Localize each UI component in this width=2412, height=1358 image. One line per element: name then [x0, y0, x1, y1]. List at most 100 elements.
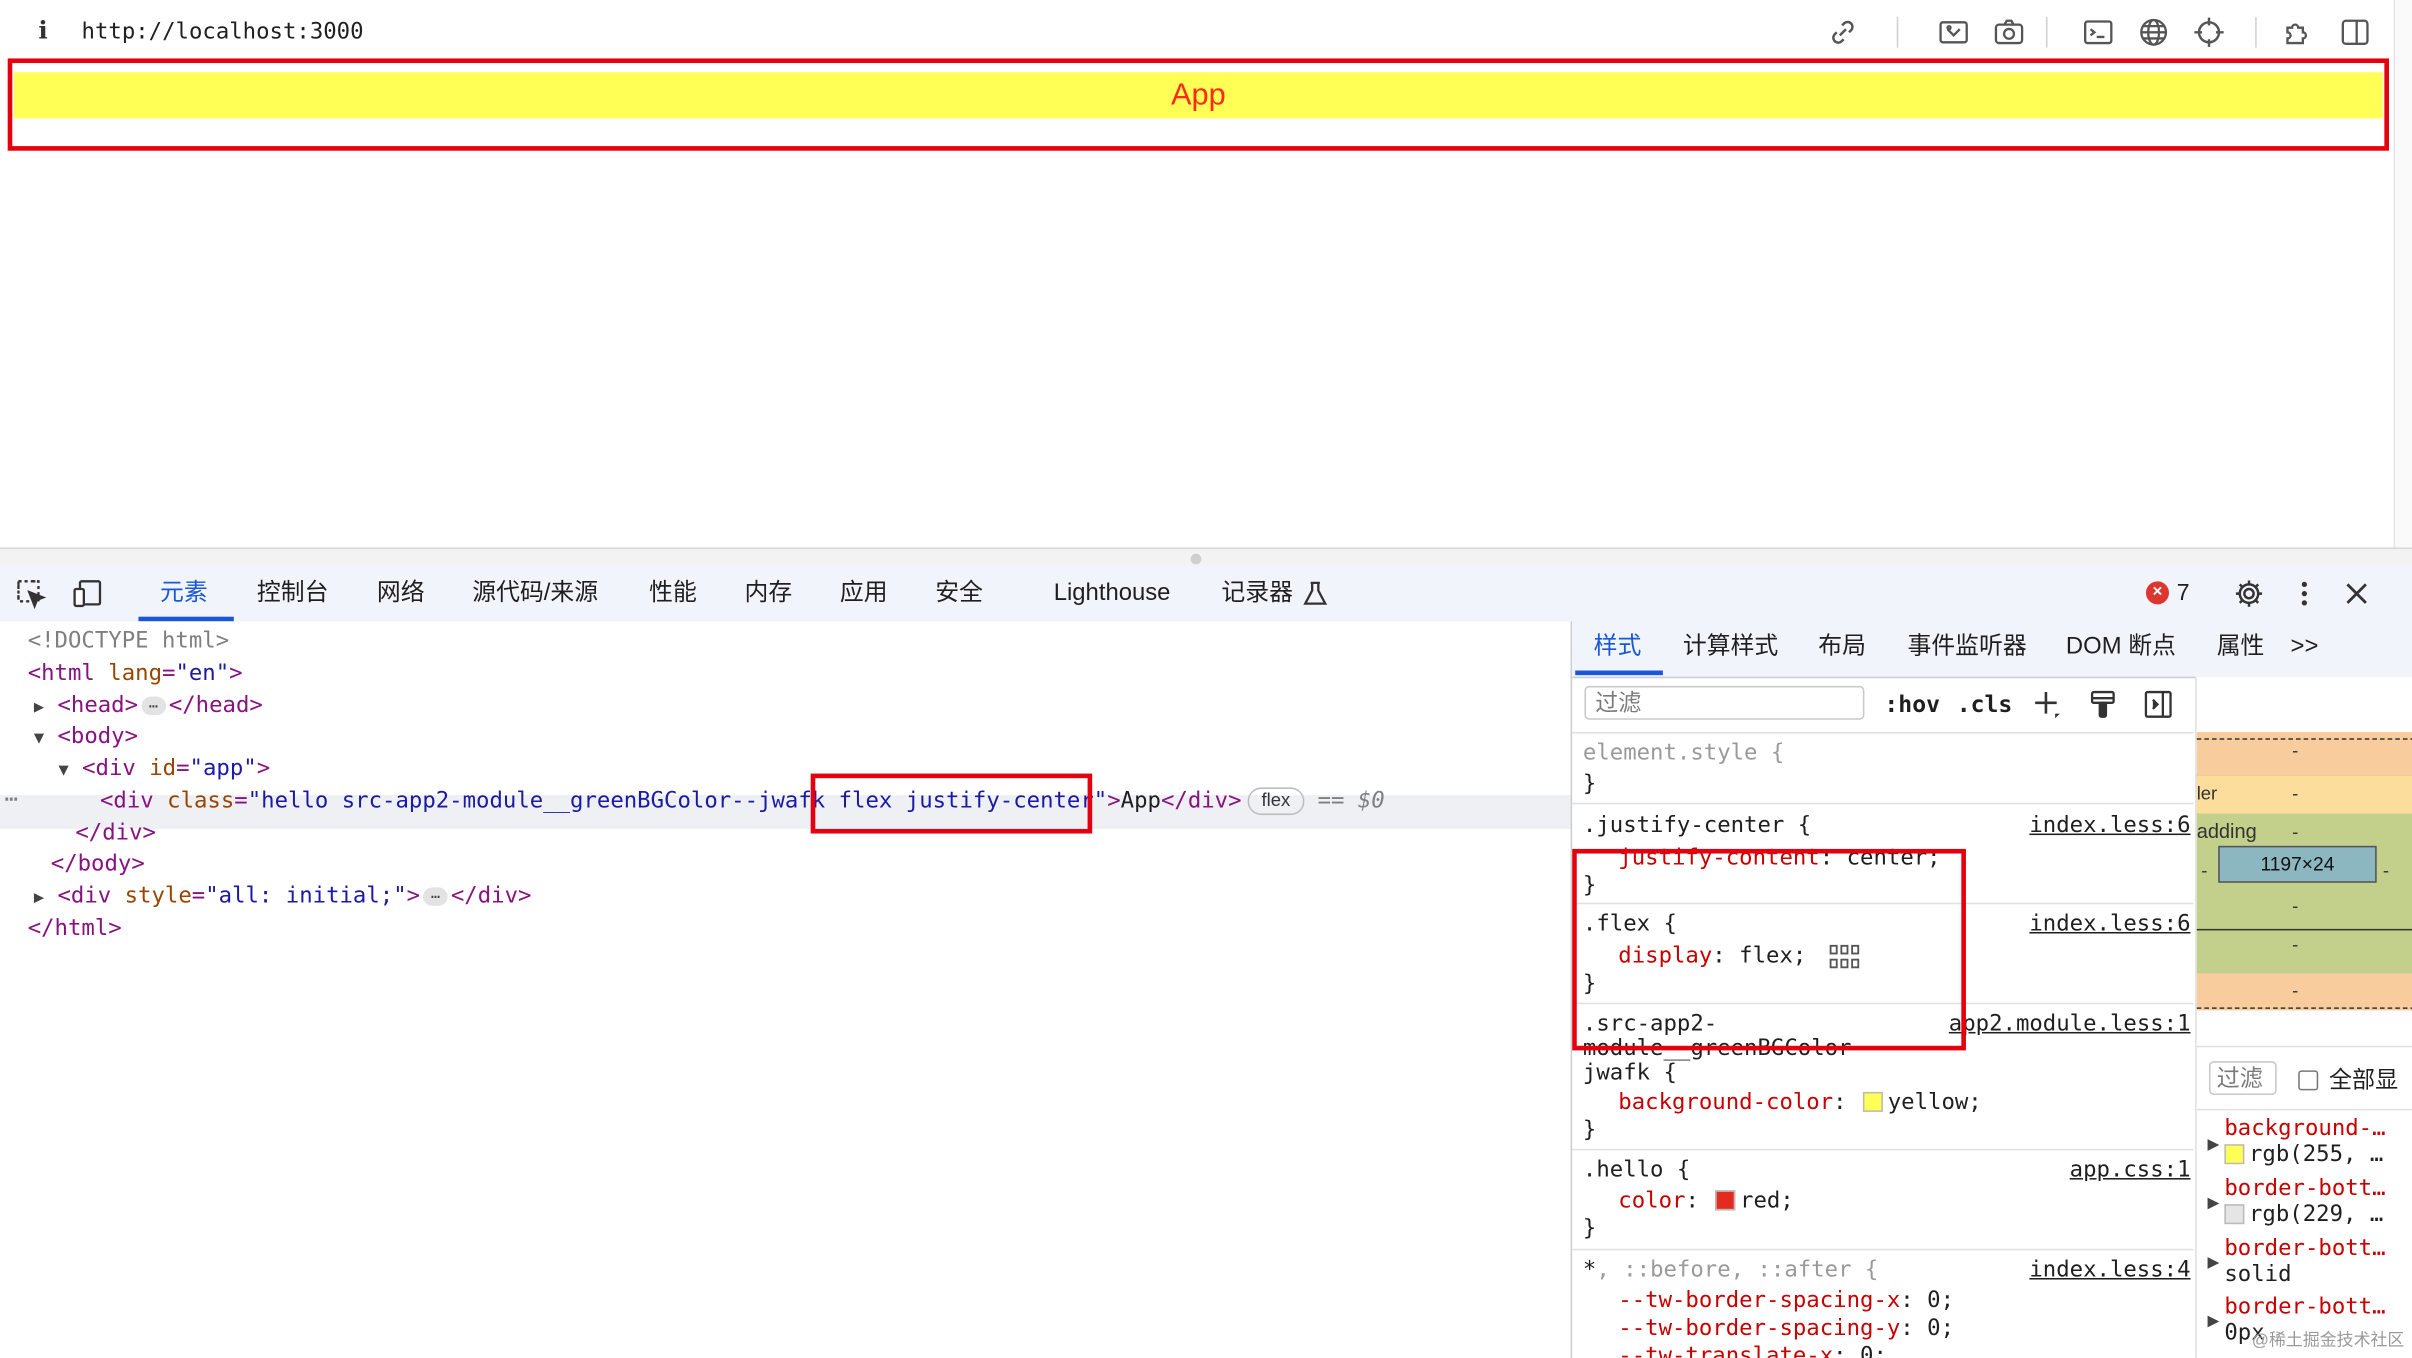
- expand-arrow-icon[interactable]: ▶: [2207, 1313, 2219, 1330]
- styles-pane: 过滤 :hov .cls element.style {} .justify-…: [1572, 677, 2194, 1358]
- styles-filter-input[interactable]: 过滤: [1584, 685, 1865, 720]
- styles-sidebar: 样式 计算样式 布局 事件监听器 DOM 断点 属性 >> 过滤 :hov .c…: [1570, 621, 2412, 1358]
- dom-tree: <!DOCTYPE html> <html lang="en"> ▶ <head…: [0, 621, 1571, 1358]
- paint-brush-icon[interactable]: [2086, 687, 2120, 721]
- devtools-resize-handle[interactable]: [0, 547, 2412, 568]
- device-toolbar-icon[interactable]: [71, 577, 105, 611]
- settings-gear-icon[interactable]: [2232, 577, 2266, 611]
- highlight-box-rules: [1572, 848, 1966, 1051]
- extension-icon[interactable]: [2281, 15, 2315, 49]
- styles-tab-indicator: [1575, 670, 1663, 676]
- box-model-padding[interactable]: adding - - - - -: [2196, 813, 2412, 974]
- dom-body-open[interactable]: ▼ <body>: [34, 721, 138, 752]
- computed-filter-input[interactable]: 过滤: [2208, 1061, 2277, 1095]
- more-tabs-chevron-icon[interactable]: >>: [2291, 621, 2319, 676]
- error-icon[interactable]: ×: [2145, 581, 2170, 605]
- expand-ellipsis-icon[interactable]: …: [141, 696, 166, 716]
- dom-div-app[interactable]: ▼ <div id="app">: [58, 754, 270, 785]
- tab-application[interactable]: 应用: [840, 566, 888, 621]
- flex-badge[interactable]: flex: [1247, 787, 1305, 816]
- camera-icon[interactable]: [1992, 15, 2026, 49]
- flask-icon: [1298, 577, 1332, 611]
- tab-event-listeners[interactable]: 事件监听器: [1907, 621, 2026, 676]
- tab-layout[interactable]: 布局: [1818, 621, 1866, 676]
- tab-properties[interactable]: 属性: [2217, 621, 2265, 676]
- inspect-element-icon[interactable]: [14, 577, 48, 611]
- box-model-margin-bottom[interactable]: -: [2196, 973, 2412, 1011]
- tab-lighthouse[interactable]: Lighthouse: [1054, 566, 1171, 621]
- devtools-tab-bar: 元素 控制台 网络 源代码/来源 性能 内存 应用 安全 Lighthouse …: [0, 565, 2412, 623]
- cls-toggle[interactable]: .cls: [1957, 689, 2013, 720]
- computed-prop[interactable]: border-bott…: [2224, 1175, 2385, 1203]
- row-ellipsis-icon[interactable]: ⋯: [5, 784, 18, 815]
- toggle-sidebar-icon[interactable]: [2141, 687, 2175, 721]
- close-icon[interactable]: [2340, 577, 2374, 611]
- error-count[interactable]: 7: [2177, 566, 2190, 621]
- globe-icon[interactable]: [2137, 15, 2171, 49]
- address-bar: i http://localhost:3000: [0, 0, 2412, 62]
- expand-arrow-icon[interactable]: ▶: [2207, 1255, 2219, 1272]
- box-model-pane: - ler - adding - - - - - - 1197×24 过滤 全部…: [2195, 676, 2412, 1358]
- dom-div-app-close[interactable]: </div>: [75, 818, 156, 849]
- computed-value: rgb(255, …: [2224, 1141, 2383, 1169]
- dom-html-open[interactable]: <html lang="en">: [28, 658, 243, 689]
- tab-console[interactable]: 控制台: [257, 566, 329, 621]
- computed-prop[interactable]: border-bott…: [2224, 1293, 2385, 1321]
- box-model-border[interactable]: ler -: [2196, 775, 2412, 814]
- tab-security[interactable]: 安全: [935, 566, 983, 621]
- computed-prop[interactable]: border-bott…: [2224, 1235, 2385, 1263]
- box-model-content[interactable]: 1197×24: [2218, 845, 2377, 883]
- crosshair-icon[interactable]: [2192, 15, 2226, 49]
- tab-recorder[interactable]: 记录器: [1221, 566, 1293, 621]
- dom-div-selected[interactable]: <div class="hello src-app2-module__green…: [100, 786, 1385, 817]
- dom-div-style[interactable]: ▶ <div style="all: initial;">… </div>: [34, 881, 532, 912]
- tab-styles[interactable]: 样式: [1594, 621, 1642, 676]
- expand-ellipsis-icon-2[interactable]: …: [423, 887, 448, 906]
- show-all-label[interactable]: 全部显: [2329, 1066, 2398, 1097]
- tab-sources[interactable]: 源代码/来源: [472, 566, 598, 621]
- screenshot-area-icon[interactable]: [1937, 15, 1971, 49]
- source-link[interactable]: app2.module.less:1: [1949, 1009, 2191, 1040]
- dom-doctype[interactable]: <!DOCTYPE html>: [28, 626, 229, 657]
- rule-universal: *, ::before, ::after { index.less:4 --tw…: [1572, 1250, 2193, 1358]
- selected-marker: == $0: [1317, 788, 1385, 814]
- tab-network[interactable]: 网络: [377, 566, 425, 621]
- tab-computed[interactable]: 计算样式: [1683, 621, 1778, 676]
- tab-performance[interactable]: 性能: [649, 566, 697, 621]
- dom-html-close[interactable]: </html>: [28, 914, 122, 945]
- color-swatch-yellow[interactable]: [1863, 1091, 1884, 1112]
- expand-arrow-icon[interactable]: ▶: [2207, 1137, 2219, 1154]
- devtools-panel: 元素 控制台 网络 源代码/来源 性能 内存 应用 安全 Lighthouse …: [0, 547, 2412, 1358]
- expand-arrow-icon[interactable]: ▶: [2207, 1195, 2219, 1212]
- styles-filter-row: 过滤 :hov .cls: [1572, 677, 2194, 734]
- tab-dom-breakpoints[interactable]: DOM 断点: [2066, 621, 2176, 676]
- sidebar-tab-bar: 样式 计算样式 布局 事件监听器 DOM 断点 属性 >>: [1572, 621, 2412, 679]
- color-swatch-red[interactable]: [1715, 1189, 1736, 1210]
- terminal-icon[interactable]: [2081, 15, 2115, 49]
- link-icon[interactable]: [1826, 15, 1860, 49]
- app-element[interactable]: App: [13, 72, 2383, 119]
- dom-head[interactable]: ▶ <head>… </head>: [34, 691, 263, 722]
- watermark-text: @稀土掘金技术社区: [2251, 1331, 2405, 1351]
- new-rule-plus-icon[interactable]: [2031, 687, 2065, 721]
- rule-element-style: element.style { }: [1572, 734, 2194, 805]
- highlight-box-classes: [810, 773, 1093, 834]
- hov-toggle[interactable]: :hov: [1884, 689, 1940, 720]
- more-options-icon[interactable]: [2287, 577, 2321, 611]
- computed-prop[interactable]: background-…: [2224, 1115, 2385, 1143]
- rule-hello: .hello { app.css:1 color: red; }: [1572, 1150, 2194, 1251]
- viewport-scrollbar[interactable]: [2393, 0, 2412, 548]
- show-all-checkbox[interactable]: [2298, 1070, 2319, 1091]
- computed-value: solid: [2224, 1262, 2292, 1288]
- info-icon[interactable]: i: [34, 15, 52, 46]
- source-link[interactable]: index.less:6: [2029, 810, 2190, 841]
- source-link[interactable]: app.css:1: [2070, 1155, 2191, 1186]
- dom-body-close[interactable]: </body>: [51, 849, 145, 880]
- url-text[interactable]: http://localhost:3000: [82, 17, 364, 48]
- tab-elements[interactable]: 元素: [160, 566, 208, 621]
- tab-memory[interactable]: 内存: [745, 566, 793, 621]
- source-link[interactable]: index.less:6: [2029, 909, 2190, 940]
- computed-value: rgb(229, …: [2224, 1201, 2383, 1229]
- sidebar-toggle-icon[interactable]: [2338, 15, 2372, 49]
- source-link[interactable]: index.less:4: [2029, 1255, 2190, 1286]
